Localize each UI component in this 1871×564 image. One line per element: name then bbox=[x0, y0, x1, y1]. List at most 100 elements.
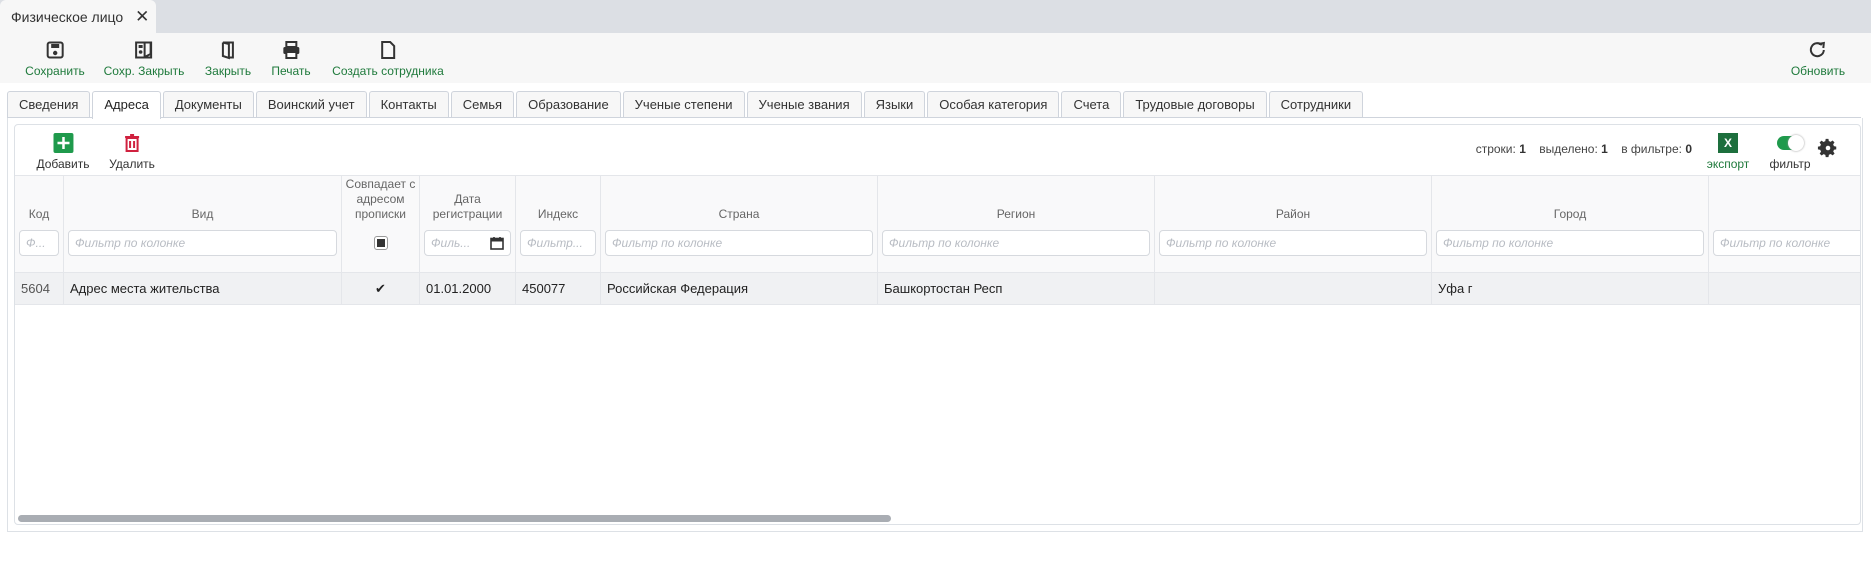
column-filter-input[interactable]: Фильтр по колонке bbox=[1436, 230, 1704, 256]
column-filter-input[interactable]: Фильтр по колонке bbox=[605, 230, 873, 256]
print-button[interactable]: Печать bbox=[271, 40, 311, 78]
plus-icon bbox=[52, 133, 73, 153]
tab-6[interactable]: Образование bbox=[516, 91, 621, 117]
checkbox-cell[interactable]: ✔ bbox=[342, 273, 420, 304]
delete-label: Удалить bbox=[109, 157, 155, 171]
filter-checkbox[interactable] bbox=[373, 236, 388, 250]
table-cell bbox=[1709, 273, 1860, 304]
column-title: Индекс bbox=[537, 207, 579, 221]
add-label: Добавить bbox=[36, 157, 90, 171]
excel-icon: X bbox=[1718, 133, 1738, 153]
tab-8[interactable]: Ученые звания bbox=[746, 91, 862, 117]
column-header[interactable]: Совпадает с адресом прописки bbox=[342, 176, 420, 272]
tab-4[interactable]: Контакты bbox=[368, 91, 449, 117]
column-header[interactable]: Вид Фильтр по колонке bbox=[64, 176, 342, 272]
filter-placeholder: Фильтр по колонке bbox=[75, 236, 186, 250]
column-title: Вид bbox=[191, 207, 214, 221]
rows-count: 1 bbox=[1519, 142, 1526, 156]
file-icon bbox=[380, 41, 395, 59]
gear-icon[interactable] bbox=[1817, 137, 1839, 159]
column-header[interactable]: Код Ф... bbox=[15, 176, 64, 272]
refresh-label: Обновить bbox=[1790, 64, 1846, 78]
filter-placeholder: Фильтр по колонке bbox=[1720, 236, 1831, 250]
filter-placeholder: Фильтр по колонке bbox=[1166, 236, 1277, 250]
save-icon bbox=[46, 41, 64, 59]
column-filter-input[interactable]: Фильтр по колонке bbox=[882, 230, 1150, 256]
export-button[interactable]: X экспорт bbox=[1705, 133, 1751, 171]
create-employee-button[interactable]: Создать сотрудника bbox=[332, 40, 444, 78]
tab-2[interactable]: Документы bbox=[162, 91, 254, 117]
tab-13[interactable]: Сотрудники bbox=[1268, 91, 1364, 117]
column-title: Город bbox=[1553, 207, 1587, 221]
table-row[interactable]: 5604 Адрес места жительства ✔ 01.01.2000 450… bbox=[15, 273, 1860, 305]
tab-7[interactable]: Ученые степени bbox=[622, 91, 745, 117]
column-header[interactable]: Район Фильтр по колонке bbox=[1155, 176, 1432, 272]
close-button[interactable]: Закрыть bbox=[205, 40, 251, 78]
save-button[interactable]: Сохранить bbox=[25, 40, 85, 78]
filter-toggle[interactable]: фильтр bbox=[1767, 133, 1813, 171]
column-header[interactable]: Страна Фильтр по колонке bbox=[601, 176, 878, 272]
filter-placeholder: Фильтр по колонке bbox=[1443, 236, 1554, 250]
addresses-grid: Код Ф... Вид Фильтр по колонке Совпадает с а… bbox=[15, 175, 1860, 305]
rows-label: строки: bbox=[1475, 142, 1516, 156]
save-close-button[interactable]: Сохр. Закрыть bbox=[104, 40, 184, 78]
filter-placeholder: Филь... bbox=[431, 236, 471, 250]
tab-1[interactable]: Адреса bbox=[92, 91, 161, 119]
tab-5[interactable]: Семья bbox=[450, 91, 515, 117]
tab-0[interactable]: Сведения bbox=[7, 91, 91, 117]
horizontal-scrollbar[interactable] bbox=[18, 515, 891, 522]
filter-placeholder: Ф... bbox=[26, 236, 46, 250]
column-filter-input[interactable]: Фильтр по колонке bbox=[68, 230, 337, 256]
tab-9[interactable]: Языки bbox=[863, 91, 926, 117]
create-employee-label: Создать сотрудника bbox=[332, 64, 444, 78]
column-header[interactable]: Населенный Фильтр по колонке bbox=[1709, 176, 1860, 272]
trash-icon bbox=[124, 134, 139, 152]
column-header[interactable]: Город Фильтр по колонке bbox=[1432, 176, 1709, 272]
column-title: Населенный bbox=[1709, 176, 1860, 228]
column-filter-input[interactable]: Фильтр по колонке bbox=[1713, 230, 1860, 256]
column-filter-input[interactable]: Ф... bbox=[19, 230, 59, 256]
door-icon bbox=[222, 41, 234, 60]
column-title: Дата регистрации bbox=[432, 192, 503, 221]
column-filter-input[interactable]: Филь... bbox=[424, 230, 511, 256]
filter-placeholder: Фильтр... bbox=[527, 236, 583, 250]
column-filter-input[interactable]: Фильтр по колонке bbox=[1159, 230, 1427, 256]
toggle-icon[interactable] bbox=[1777, 135, 1804, 151]
grid-stats: строки: 1 выделено: 1 в фильтре: 0 bbox=[1476, 142, 1692, 156]
add-button[interactable]: Добавить bbox=[36, 133, 90, 171]
tab-3[interactable]: Воинский учет bbox=[255, 91, 367, 117]
window-tab-title: Физическое лицо bbox=[11, 8, 124, 25]
delete-button[interactable]: Удалить bbox=[109, 133, 155, 171]
toolbar: Сохранить Сохр. Закрыть Закрыть Печать С… bbox=[0, 33, 1871, 83]
save-close-icon bbox=[135, 41, 153, 59]
column-filter-input[interactable]: Фильтр... bbox=[520, 230, 596, 256]
save-label: Сохранить bbox=[25, 64, 85, 78]
refresh-icon bbox=[1810, 41, 1826, 58]
close-icon[interactable]: ✕ bbox=[135, 7, 149, 27]
column-header[interactable]: Регион Фильтр по колонке bbox=[878, 176, 1155, 272]
table-cell: Башкортостан Респ bbox=[878, 273, 1155, 304]
tab-11[interactable]: Счета bbox=[1061, 91, 1122, 117]
selected-count: 1 bbox=[1601, 142, 1608, 156]
tab-10[interactable]: Особая категория bbox=[927, 91, 1060, 117]
selected-label: выделено: bbox=[1539, 142, 1598, 156]
table-cell: Уфа г bbox=[1432, 273, 1709, 304]
window-tab[interactable]: Физическое лицо ✕ bbox=[0, 0, 156, 33]
column-title: Код bbox=[28, 207, 50, 221]
print-icon bbox=[283, 41, 299, 59]
refresh-button[interactable]: Обновить bbox=[1791, 40, 1845, 78]
table-cell: 5604 bbox=[15, 273, 64, 304]
column-header[interactable]: Дата регистрации Филь... bbox=[420, 176, 516, 272]
filtered-label: в фильтре: bbox=[1621, 142, 1682, 156]
calendar-icon[interactable] bbox=[490, 236, 504, 250]
table-cell: Адрес места жительства bbox=[64, 273, 342, 304]
column-header[interactable]: Индекс Фильтр... bbox=[516, 176, 601, 272]
print-label: Печать bbox=[271, 64, 311, 78]
window-tab-bar: Физическое лицо ✕ bbox=[0, 0, 1871, 33]
column-title: Регион bbox=[996, 207, 1036, 221]
close-label: Закрыть bbox=[204, 64, 252, 78]
filter-placeholder: Фильтр по колонке bbox=[612, 236, 723, 250]
tab-12[interactable]: Трудовые договоры bbox=[1123, 91, 1267, 117]
export-label: экспорт bbox=[1706, 157, 1750, 171]
table-cell bbox=[1155, 273, 1432, 304]
